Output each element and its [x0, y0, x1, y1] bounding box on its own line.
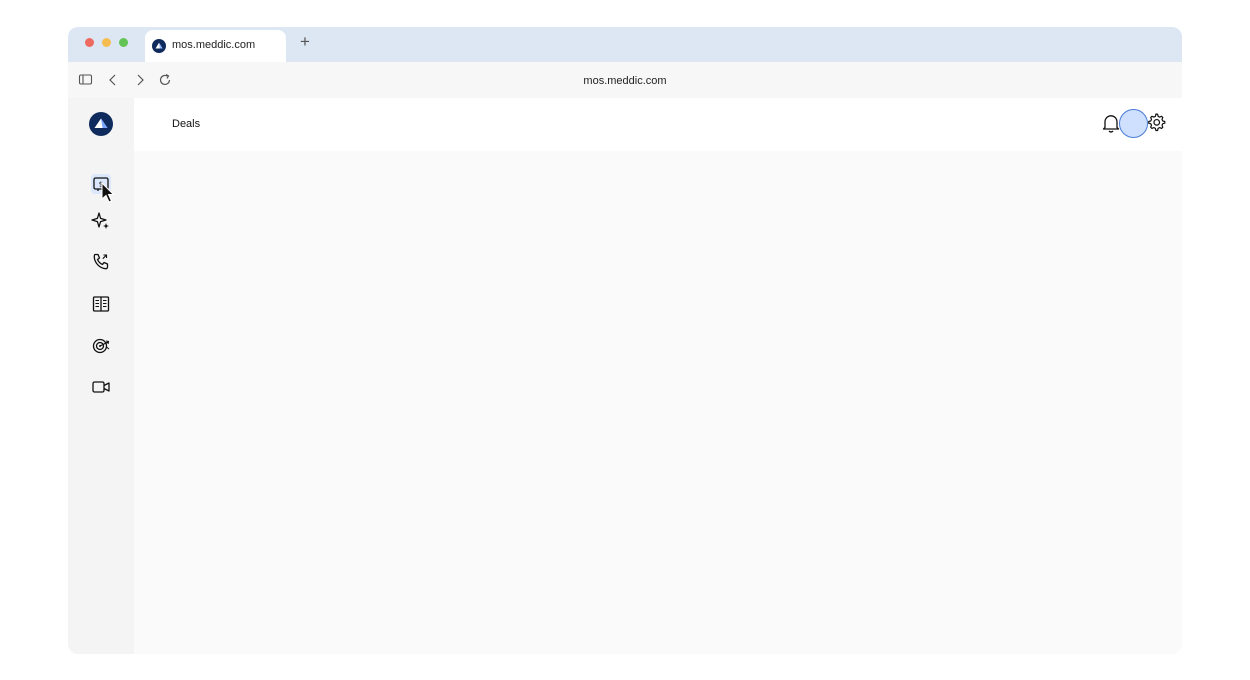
page-title: Deals — [172, 118, 201, 130]
zoom-window-button[interactable] — [119, 38, 128, 47]
minimize-window-button[interactable] — [102, 38, 111, 47]
sparkle-icon[interactable] — [91, 211, 111, 231]
avatar[interactable] — [1119, 109, 1148, 138]
mouse-cursor-icon — [101, 182, 115, 203]
url-field[interactable]: mos.meddic.com — [68, 75, 1182, 87]
main-content — [134, 151, 1182, 654]
target-icon[interactable] — [91, 336, 111, 356]
book-icon[interactable] — [91, 294, 111, 314]
video-icon[interactable] — [91, 377, 111, 397]
app-header: Deals — [134, 98, 1182, 151]
browser-tab[interactable]: mos.meddic.com — [145, 30, 286, 62]
address-bar: mos.meddic.com — [68, 62, 1182, 98]
new-tab-button[interactable]: + — [297, 32, 313, 52]
gear-icon[interactable] — [1145, 111, 1167, 133]
meddic-logo[interactable] — [89, 112, 113, 136]
tab-title: mos.meddic.com — [172, 39, 256, 51]
close-window-button[interactable] — [85, 38, 94, 47]
favicon-icon — [152, 39, 166, 53]
sidebar: $ — [68, 98, 134, 654]
tab-bar: mos.meddic.com + — [68, 27, 1182, 62]
phone-call-icon[interactable] — [91, 252, 111, 272]
browser-window: mos.meddic.com + mos.meddic.com $ Deals — [68, 27, 1182, 654]
